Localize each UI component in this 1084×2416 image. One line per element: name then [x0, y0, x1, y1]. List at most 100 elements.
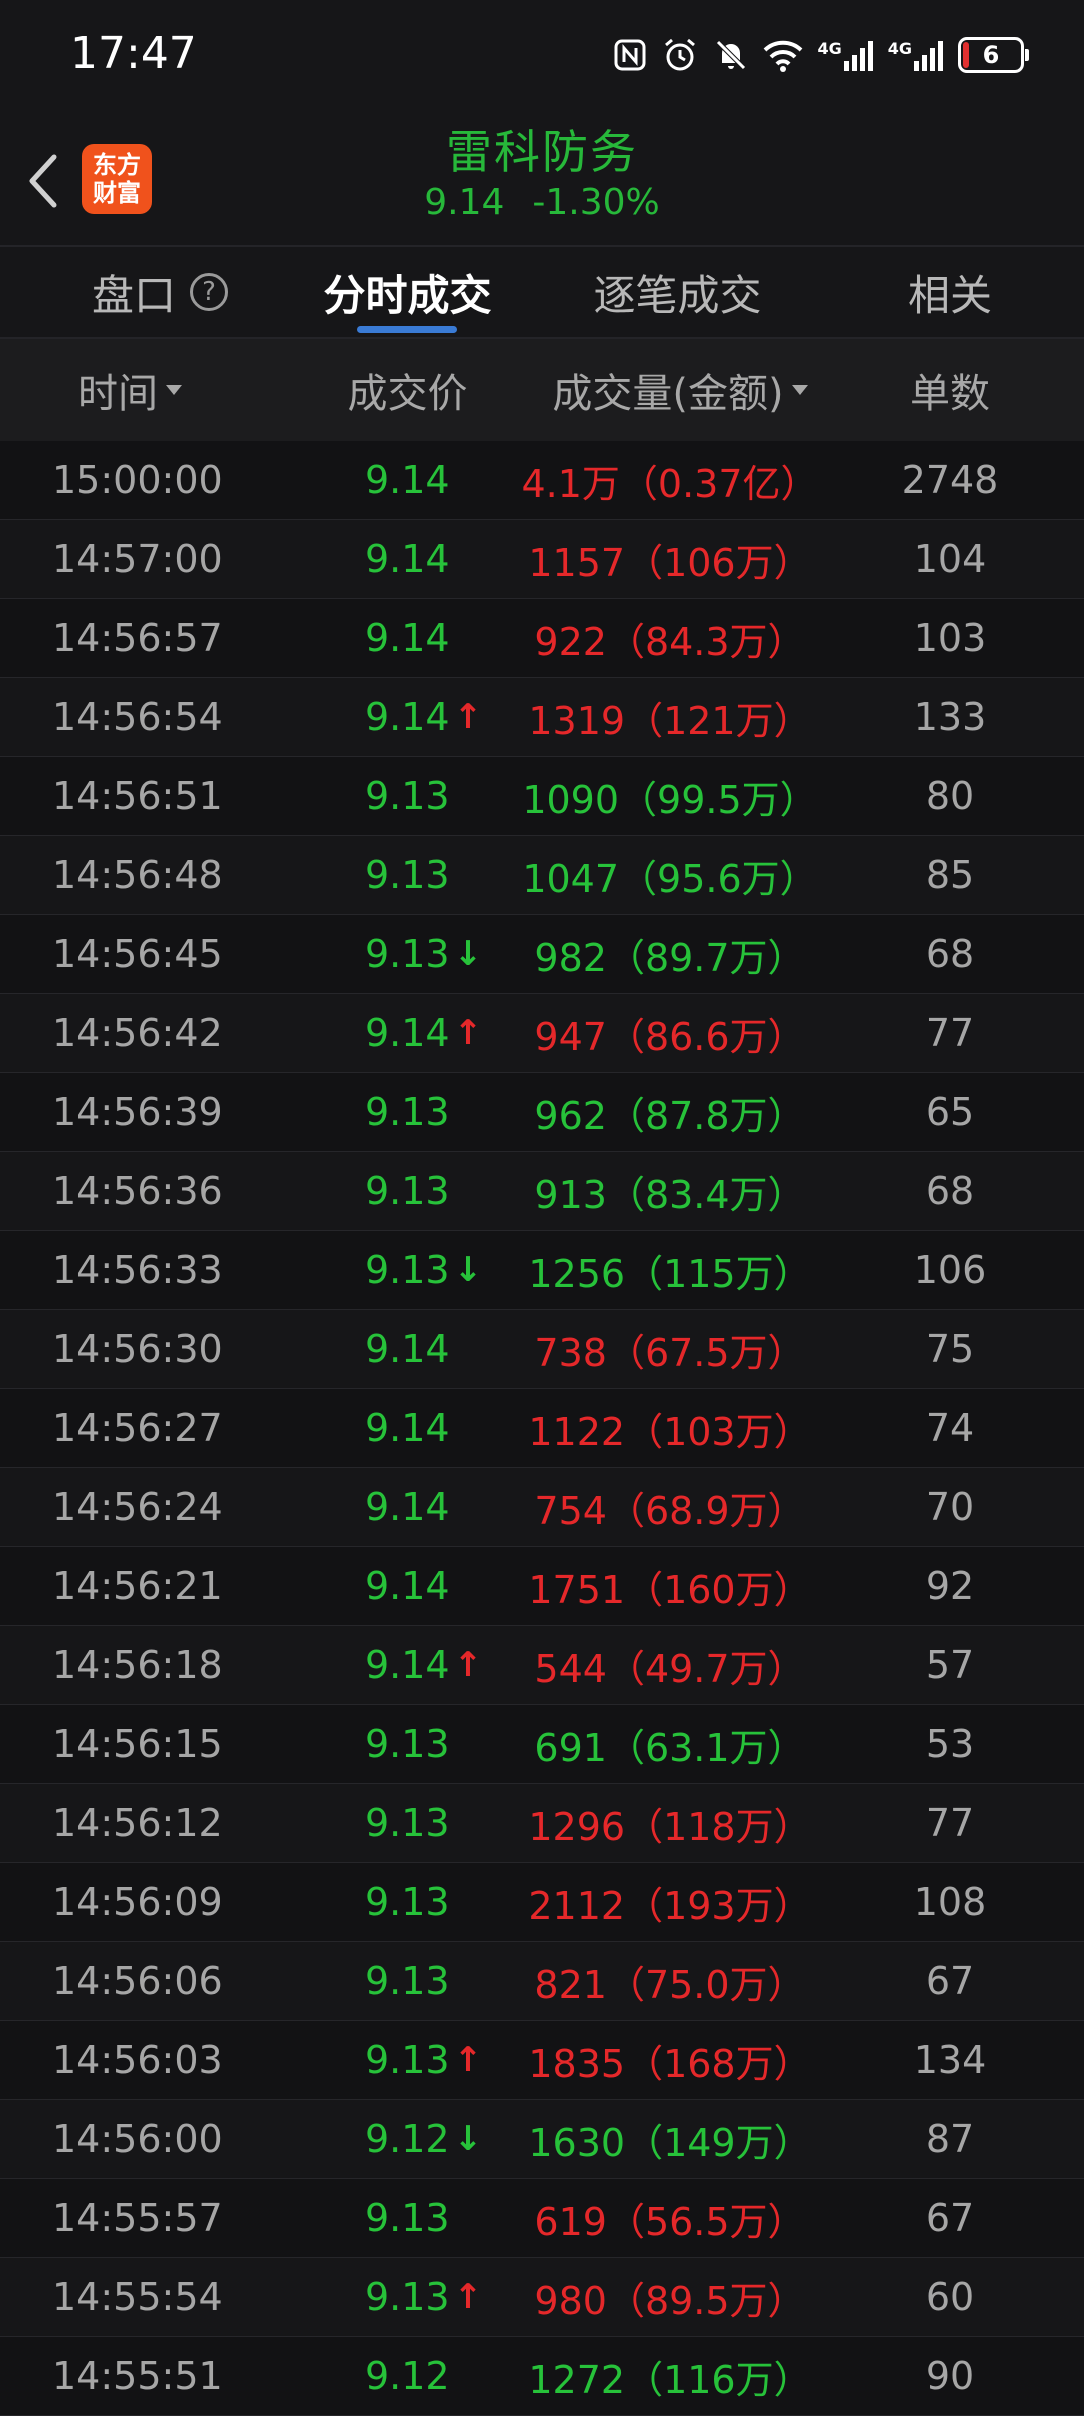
tab-minute-trades[interactable]: 分时成交 — [300, 247, 515, 337]
trade-price-value: 9.13 — [365, 1959, 450, 2003]
trade-volume: 1630（149万） — [528, 2120, 812, 2165]
trade-volume: 922（84.3万） — [534, 619, 806, 664]
trade-volume: 1751（160万） — [528, 1567, 812, 1612]
trade-count: 133 — [913, 695, 987, 739]
table-row: 14:56:57 9.14 922（84.3万） 103 — [0, 599, 1084, 678]
trade-time: 14:56:03 — [52, 2038, 223, 2082]
tab-label: 分时成交 — [323, 270, 492, 320]
table-row: 14:56:24 9.14 754（68.9万） 70 — [0, 1468, 1084, 1547]
trade-time: 14:56:45 — [52, 932, 223, 976]
stock-name: 雷科防务 — [446, 125, 638, 179]
trade-volume: 1090（99.5万） — [522, 777, 818, 822]
column-header-time[interactable]: 时间 — [50, 339, 210, 441]
column-header-price: 成交价 — [325, 339, 490, 441]
trade-count: 92 — [925, 1564, 975, 1608]
table-row: 14:55:57 9.13 619（56.5万） 67 — [0, 2179, 1084, 2258]
tab-label: 盘口 — [91, 270, 176, 320]
trade-time: 14:56:39 — [52, 1090, 223, 1134]
trade-volume: 913（83.4万） — [534, 1172, 806, 1217]
status-bar: 17:47 4G 4G 6 — [0, 0, 1084, 110]
trade-volume: 1272（116万） — [528, 2357, 812, 2402]
trade-price-value: 9.13 — [365, 932, 450, 976]
network-type-label: 4G — [817, 39, 842, 58]
trade-price: 9.14 — [365, 599, 454, 677]
column-label: 成交价 — [347, 371, 468, 417]
trade-price-value: 9.14 — [365, 1643, 450, 1687]
trade-direction-arrow-icon: ↓ — [453, 1250, 483, 1290]
trade-time: 14:56:27 — [52, 1406, 223, 1450]
trade-price: 9.14 — [365, 441, 454, 519]
trade-price-value: 9.13 — [365, 1801, 450, 1845]
trade-count: 87 — [925, 2117, 975, 2161]
trade-time: 14:56:42 — [52, 1011, 223, 1055]
trade-price-value: 9.14 — [365, 1406, 450, 1450]
trade-volume: 619（56.5万） — [534, 2199, 806, 2244]
trade-volume: 1296（118万） — [528, 1804, 812, 1849]
trade-price: 9.13 ↓ — [365, 915, 482, 993]
table-row: 14:57:00 9.14 1157（106万） 104 — [0, 520, 1084, 599]
trade-time: 14:56:21 — [52, 1564, 223, 1608]
trade-direction-arrow-icon: ↑ — [453, 2277, 483, 2317]
trade-time: 14:56:48 — [52, 853, 223, 897]
tab-label: 相关 — [907, 270, 992, 320]
trade-count: 108 — [913, 1880, 987, 1924]
trade-count: 74 — [925, 1406, 975, 1450]
trade-price: 9.13 — [365, 757, 454, 835]
trade-direction-arrow-icon: ↑ — [453, 697, 483, 737]
nfc-icon — [614, 39, 646, 71]
table-row: 14:56:06 9.13 821（75.0万） 67 — [0, 1942, 1084, 2021]
trade-time: 14:57:00 — [52, 537, 223, 581]
table-row: 14:56:09 9.13 2112（193万） 108 — [0, 1863, 1084, 1942]
trade-time: 14:56:51 — [52, 774, 223, 818]
trade-time: 14:56:09 — [52, 1880, 223, 1924]
table-row: 14:56:48 9.13 1047（95.6万） 85 — [0, 836, 1084, 915]
trade-count: 104 — [913, 537, 987, 581]
tab-bar: 盘口 ? 分时成交 逐笔成交 相关 — [0, 247, 1084, 339]
table-row: 14:56:12 9.13 1296（118万） 77 — [0, 1784, 1084, 1863]
trade-price-value: 9.14 — [365, 537, 450, 581]
trade-price-value: 9.13 — [365, 1880, 450, 1924]
column-header-count: 单数 — [880, 339, 1020, 441]
table-row: 15:00:00 9.14 4.1万（0.37亿） 2748 — [0, 441, 1084, 520]
table-row: 14:56:03 9.13 ↑ 1835（168万） 134 — [0, 2021, 1084, 2100]
trade-time: 14:56:00 — [52, 2117, 223, 2161]
tab-related[interactable]: 相关 — [880, 247, 1020, 337]
trade-price: 9.14 — [365, 1389, 454, 1467]
trade-price: 9.14 — [365, 1547, 454, 1625]
trade-price: 9.14 — [365, 520, 454, 598]
help-icon[interactable]: ? — [190, 273, 228, 311]
trade-time: 14:56:33 — [52, 1248, 223, 1292]
trade-count: 68 — [925, 932, 975, 976]
wifi-icon — [764, 40, 803, 72]
trade-time: 14:56:24 — [52, 1485, 223, 1529]
trades-table[interactable]: 15:00:00 9.14 4.1万（0.37亿） 2748 14:57:00 9.14 1… — [0, 441, 1084, 2416]
trade-volume: 4.1万（0.37亿） — [521, 461, 819, 506]
stock-price: 9.14 — [424, 182, 505, 223]
sort-caret-icon — [166, 385, 182, 395]
trade-price-value: 9.13 — [365, 2038, 450, 2082]
trade-price: 9.13 — [365, 1863, 454, 1941]
tab-tick-trades[interactable]: 逐笔成交 — [570, 247, 785, 337]
table-row: 14:56:45 9.13 ↓ 982（89.7万） 68 — [0, 915, 1084, 994]
signal-4g-icon: 4G — [817, 39, 873, 71]
tab-order-book[interactable]: 盘口 ? — [60, 247, 260, 337]
trade-price-value: 9.14 — [365, 1327, 450, 1371]
table-row: 14:56:27 9.14 1122（103万） 74 — [0, 1389, 1084, 1468]
trade-time: 14:56:18 — [52, 1643, 223, 1687]
table-row: 14:56:18 9.14 ↑ 544（49.7万） 57 — [0, 1626, 1084, 1705]
trade-time: 14:55:57 — [52, 2196, 223, 2240]
trade-price: 9.13 — [365, 836, 454, 914]
column-label: 成交量(金额) — [552, 371, 784, 417]
table-row: 14:56:21 9.14 1751（160万） 92 — [0, 1547, 1084, 1626]
trade-count: 53 — [925, 1722, 975, 1766]
stock-header: 东方 财富 雷科防务 9.14 -1.30% — [0, 110, 1084, 247]
table-row: 14:56:51 9.13 1090（99.5万） 80 — [0, 757, 1084, 836]
stock-change: -1.30% — [532, 182, 660, 223]
trade-volume: 982（89.7万） — [534, 935, 806, 980]
trade-price: 9.14 — [365, 1310, 454, 1388]
trade-count: 106 — [913, 1248, 987, 1292]
trade-count: 65 — [925, 1090, 975, 1134]
table-row: 14:55:51 9.12 1272（116万） 90 — [0, 2337, 1084, 2416]
active-tab-indicator — [357, 326, 457, 333]
column-header-volume[interactable]: 成交量(金额) — [535, 339, 825, 441]
